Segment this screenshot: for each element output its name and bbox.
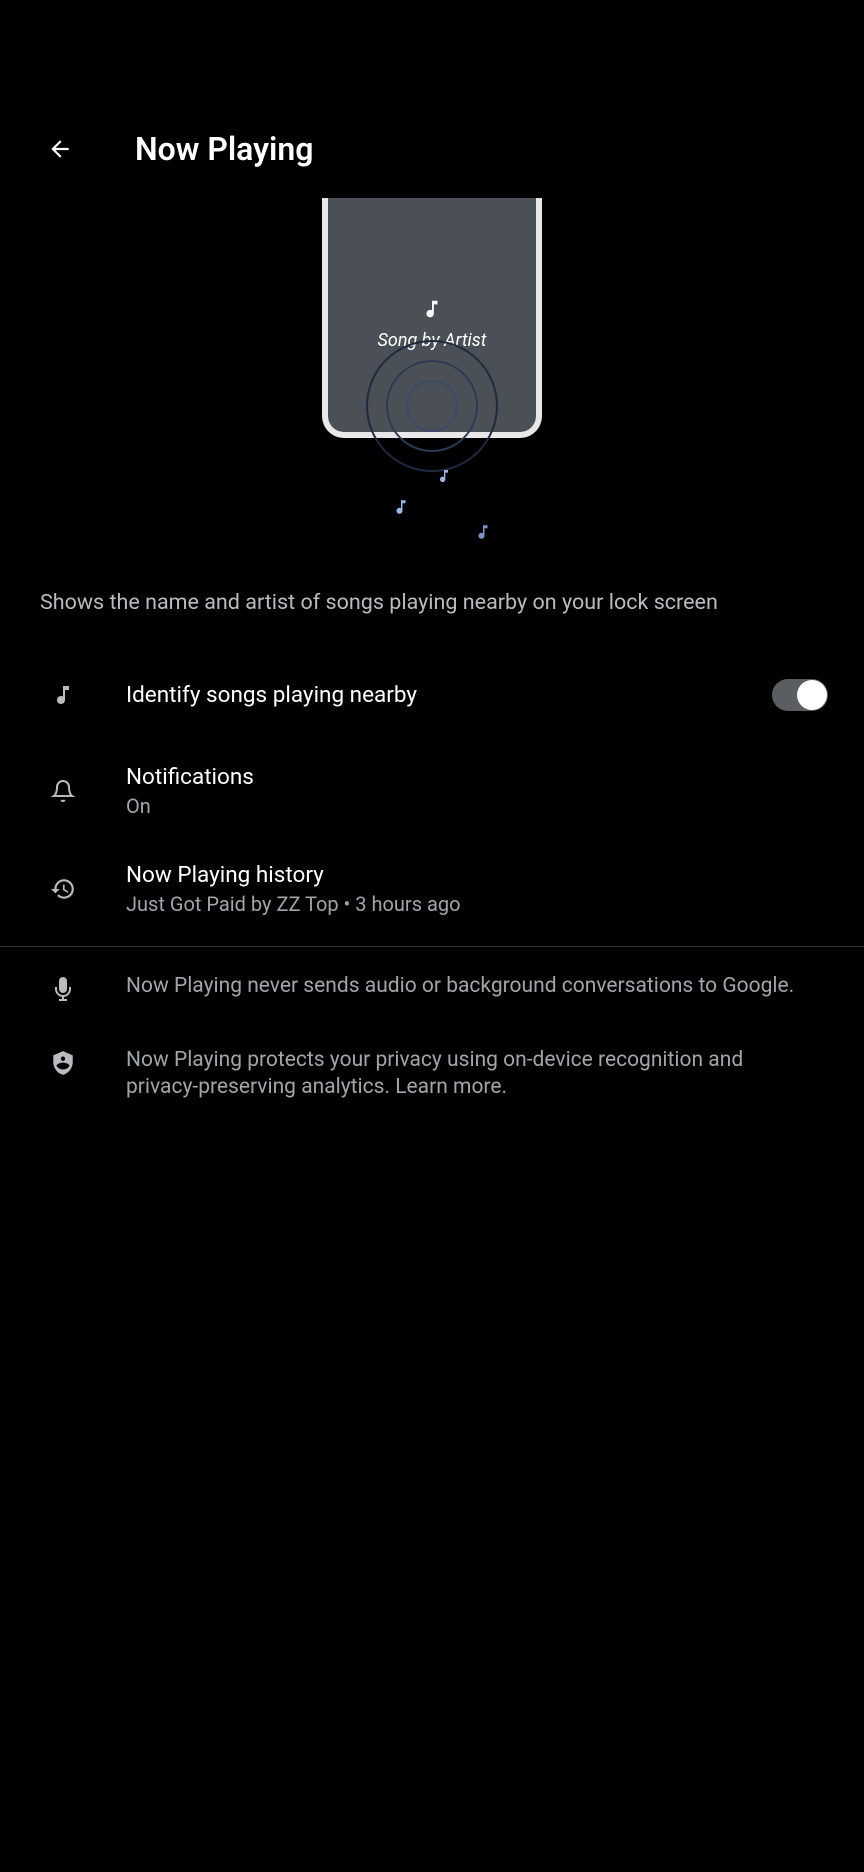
learn-more-link[interactable]: Learn more. <box>395 1075 507 1099</box>
shield-person-icon <box>50 1049 76 1077</box>
microphone-icon <box>51 975 75 1003</box>
notifications-setting[interactable]: Notifications On <box>0 742 864 840</box>
privacy-info-text: Now Playing protects your privacy using … <box>96 1047 820 1102</box>
notifications-label: Notifications <box>126 764 834 790</box>
notifications-value: On <box>126 794 834 818</box>
history-setting[interactable]: Now Playing history Just Got Paid by ZZ … <box>0 840 864 938</box>
bell-icon <box>51 779 75 803</box>
music-note-icon <box>436 468 452 484</box>
mic-privacy-info: Now Playing never sends audio or backgro… <box>0 947 864 1021</box>
history-label: Now Playing history <box>126 862 834 888</box>
music-note-icon <box>392 498 410 516</box>
privacy-info: Now Playing protects your privacy using … <box>0 1021 864 1120</box>
identify-songs-label: Identify songs playing nearby <box>126 682 772 708</box>
mic-info-text: Now Playing never sends audio or backgro… <box>96 973 820 1000</box>
identify-songs-toggle[interactable] <box>772 679 828 711</box>
music-note-icon <box>474 523 492 541</box>
music-note-icon <box>421 298 443 320</box>
page-header: Now Playing <box>0 0 864 198</box>
illustration: Song by Artist <box>0 198 864 548</box>
page-title: Now Playing <box>135 130 313 168</box>
music-note-icon <box>51 683 75 707</box>
back-arrow-icon <box>47 136 73 162</box>
soundwave-icon <box>352 326 512 486</box>
phone-mockup: Song by Artist <box>322 198 542 438</box>
feature-description: Shows the name and artist of songs playi… <box>0 548 864 647</box>
identify-songs-setting[interactable]: Identify songs playing nearby <box>0 647 864 742</box>
back-button[interactable] <box>30 136 90 162</box>
history-value: Just Got Paid by ZZ Top • 3 hours ago <box>126 892 834 916</box>
history-icon <box>50 876 76 902</box>
